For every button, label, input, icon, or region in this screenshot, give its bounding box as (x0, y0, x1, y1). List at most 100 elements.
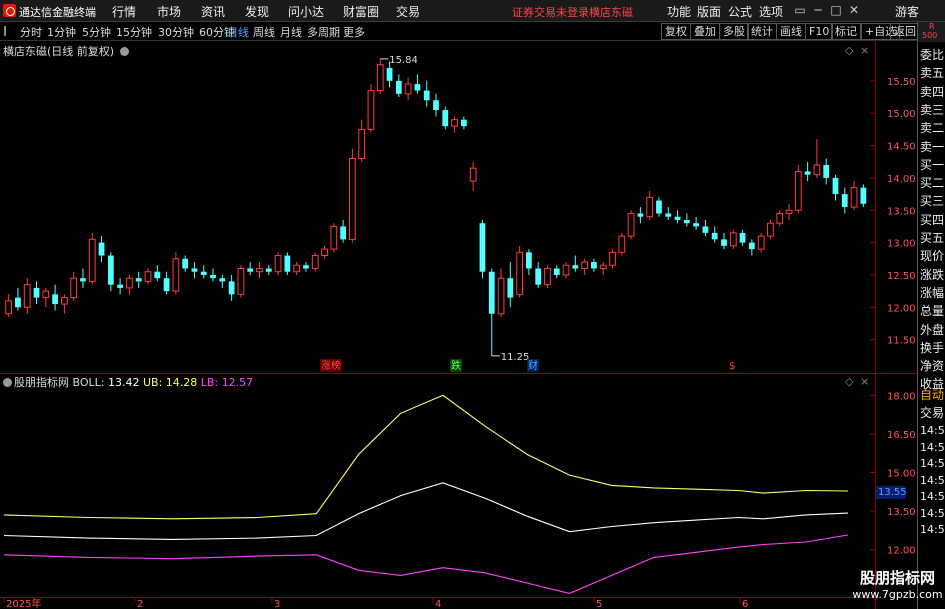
side-label-4[interactable]: 卖二 (920, 119, 945, 136)
candle-body (256, 267, 263, 273)
candle-body (757, 235, 765, 250)
side-lower-label-0[interactable]: 自动 (920, 386, 945, 403)
candle-body (665, 213, 672, 217)
candle-body (609, 251, 616, 266)
candle-body (702, 226, 709, 233)
side-label-7[interactable]: 买二 (920, 174, 945, 191)
candle-body (182, 258, 189, 269)
low-price-label: 11.25 (501, 352, 530, 363)
candle-body (404, 83, 412, 95)
gear-icon[interactable] (3, 378, 12, 387)
candle-body (739, 232, 746, 243)
candle-body (860, 187, 867, 204)
side-time-tick: 14:56 (920, 490, 945, 503)
candle-body (340, 226, 346, 240)
candle-body (850, 187, 858, 208)
date-axis-line (0, 597, 875, 609)
event-marker-label: 财 (528, 359, 538, 372)
candle-body (265, 268, 272, 272)
candle-body (191, 268, 198, 272)
candle-body (516, 251, 523, 295)
price-tick-label: 14.50 (887, 142, 916, 153)
price-tick-label: 13.00 (887, 239, 916, 250)
candle-body (330, 225, 338, 250)
candle-body (284, 255, 291, 272)
side-label-9[interactable]: 买四 (920, 211, 945, 228)
indicator-name: 股朋指标网 (14, 376, 69, 389)
side-label-5[interactable]: 卖一 (920, 138, 945, 155)
price-tick-label: 12.00 (887, 303, 916, 314)
candle-body (210, 274, 216, 279)
candle-body (442, 109, 449, 127)
side-time-tick: 14:56 (920, 523, 945, 536)
indicator-tick-label: 13.50 (887, 507, 916, 518)
side-label-16[interactable]: 换手 (920, 339, 945, 356)
candle-body (767, 222, 774, 237)
side-label-2[interactable]: 卖四 (920, 83, 945, 100)
price-axis-line (875, 41, 876, 609)
candle-body (135, 278, 142, 282)
candle-body (544, 267, 551, 286)
candle-body (70, 277, 78, 299)
candle-body (488, 271, 495, 314)
boll-lower-band-line (3, 534, 849, 594)
candle-body (274, 255, 282, 273)
candle-body (311, 255, 319, 269)
settings-diamond-icon[interactable]: ◇ (845, 375, 853, 388)
side-label-17[interactable]: 净资 (920, 357, 945, 374)
candle-body (581, 261, 589, 269)
candle-body (154, 271, 161, 279)
boll-label: BOLL: (72, 376, 105, 389)
candle-body (674, 216, 681, 220)
r-number: 500 (922, 31, 938, 40)
candle-body (785, 209, 793, 214)
indicator-tick-label: 15.00 (887, 468, 916, 479)
price-tick-label: 11.50 (887, 336, 916, 347)
candle-body (172, 258, 180, 292)
candle-body (61, 297, 68, 305)
side-label-11[interactable]: 现价 (920, 247, 945, 264)
ub-value: 14.28 (165, 376, 198, 389)
candle-body (823, 164, 830, 178)
candle-body (507, 278, 514, 298)
candle-body (841, 194, 848, 208)
candle-body (776, 213, 784, 224)
price-tick-label: 12.50 (887, 271, 916, 282)
close-indicator-icon[interactable]: × (860, 375, 869, 388)
candle-body (414, 84, 421, 91)
side-label-12[interactable]: 涨跌 (920, 266, 945, 283)
side-label-15[interactable]: 外盘 (920, 321, 945, 338)
candle-body (358, 128, 366, 160)
candle-body (126, 277, 133, 289)
candle-body (646, 196, 654, 218)
candle-body (33, 287, 40, 298)
side-label-1[interactable]: 卖五 (920, 64, 945, 81)
candle-body (693, 223, 700, 227)
side-label-0[interactable]: 委比 (920, 46, 945, 63)
side-label-14[interactable]: 总量 (920, 302, 945, 319)
side-time-tick: 14:56 (920, 473, 945, 487)
candle-body (386, 67, 393, 81)
chart-canvas[interactable]: 15.50 15.00 14.50 14.00 13.50 13.00 12.50 12.00… (0, 0, 945, 609)
side-label-8[interactable]: 买三 (920, 192, 945, 209)
side-label-3[interactable]: 卖三 (920, 101, 945, 118)
candle-body (80, 278, 86, 282)
candle-body (618, 235, 626, 253)
r-box[interactable]: R 500 (918, 22, 945, 42)
side-time-tick: 14:56 (920, 424, 945, 437)
candle-body (469, 167, 477, 182)
candle-body (98, 242, 105, 256)
side-label-13[interactable]: 涨幅 (920, 284, 945, 301)
candle-body (293, 264, 301, 273)
side-label-10[interactable]: 买五 (920, 229, 945, 246)
current-price-tag: 13.55 (876, 486, 907, 499)
boll-upper-band-line (3, 394, 849, 520)
side-label-6[interactable]: 买一 (920, 156, 945, 173)
side-time-tick: 14:56 (920, 506, 945, 520)
candle-body (395, 80, 402, 94)
candle-body (321, 248, 328, 257)
side-lower-label-1[interactable]: 交易 (920, 404, 945, 421)
quote-side-panel: R 500 委比 卖五卖四 卖三 卖二卖一 买一 买二 买三买四 买五 现价涨跌 涨幅 总量外盘 换手… (917, 22, 945, 609)
candle-body (572, 265, 579, 269)
candle-body (349, 158, 356, 240)
